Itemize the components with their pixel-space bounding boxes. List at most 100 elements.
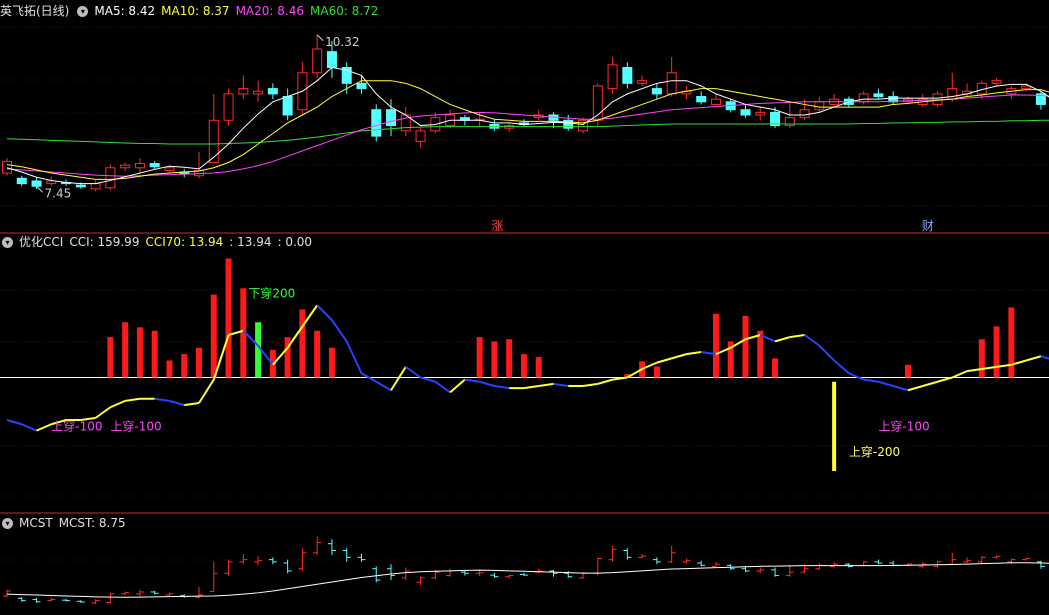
ma20-label: MA20: 8.46	[235, 4, 304, 18]
candle-body	[312, 48, 323, 74]
cci-line-segment	[21, 423, 37, 432]
annotation-cross-up-100-c: 上穿-100	[878, 418, 929, 433]
cci-line-segment	[36, 423, 52, 432]
cci-line-segment	[405, 366, 422, 379]
cci-bar	[166, 360, 173, 378]
cci-line-segment	[582, 382, 598, 387]
candle-body	[238, 88, 249, 95]
mcst-header: ▾ MCST MCST: 8.75	[0, 514, 132, 532]
cci-bar	[299, 309, 306, 378]
cci-line-segment	[892, 385, 909, 392]
candle-body	[415, 130, 426, 142]
candle-body	[16, 177, 27, 185]
cci-line-segment	[494, 385, 510, 390]
mcst-title: MCST	[19, 516, 53, 530]
cci-line-segment	[553, 382, 569, 387]
cci70-value: CCI70: 13.94	[145, 235, 224, 249]
cci-bar	[136, 327, 143, 378]
cci-bar	[314, 330, 321, 378]
cci-line-segment	[420, 376, 436, 383]
high-price-label: 10.32	[325, 35, 359, 49]
cci-line-segment	[937, 376, 953, 383]
annotation-cross-up-100-b: 上穿-100	[110, 418, 161, 433]
cci-line-segment	[907, 385, 924, 392]
cci-bar	[328, 347, 335, 378]
candle-body	[134, 163, 145, 169]
candle-body	[666, 72, 677, 95]
panel-toggle-icon[interactable]: ▾	[2, 518, 13, 529]
annotation-cross-down-200: 下穿200	[248, 286, 295, 301]
cci-title: 优化CCI	[19, 235, 64, 249]
high-pointer	[316, 34, 324, 42]
cci-header: ▾ 优化CCI CCI: 159.99 CCI70: 13.94: 13.94: 0.…	[0, 233, 318, 251]
cci-extra-value: : 13.94	[229, 235, 272, 249]
cci-line-segment	[169, 399, 185, 407]
candle-body	[696, 96, 707, 103]
cci-line-segment	[345, 340, 363, 374]
cci-line-segment	[375, 380, 392, 392]
cci-line-segment	[523, 385, 539, 390]
cci-line-segment	[184, 402, 200, 407]
cci-line-segment	[686, 351, 702, 356]
cci-line-segment	[6, 419, 23, 426]
cci-bar	[181, 354, 188, 378]
stock-chart[interactable]: 10.32 7.45 涨 财下穿200 上穿-100 上穿-100 上穿-200 上穿-100	[0, 0, 1049, 615]
ma5-line	[6, 66, 1049, 185]
annotation-cross-up-200: 上穿-200	[849, 444, 900, 459]
cci-line-segment	[863, 378, 879, 383]
candle-body	[637, 80, 648, 84]
cci-bar	[210, 294, 217, 378]
candle-body	[799, 109, 810, 119]
panel-toggle-icon[interactable]: ▾	[77, 6, 89, 17]
candle-body	[90, 183, 101, 190]
cci-line-segment	[951, 370, 968, 379]
annotation-cross-up-100-a: 上穿-100	[51, 418, 102, 433]
cci-bar	[535, 357, 542, 378]
cci-line-segment	[390, 366, 407, 391]
candle-body	[149, 163, 160, 168]
cci-bar	[978, 339, 985, 378]
candle-body	[386, 109, 397, 127]
candle-body	[622, 67, 633, 84]
low-pointer	[36, 185, 43, 193]
candle-body	[164, 167, 175, 171]
cci-line-segment	[818, 344, 835, 362]
cci-line-segment	[316, 304, 333, 321]
cci-bar	[491, 341, 498, 378]
stock-title: 英飞拓(日线)	[0, 4, 70, 18]
cci-bar	[712, 313, 719, 378]
limit-up-marker: 涨	[491, 218, 503, 233]
candle-body	[223, 93, 234, 121]
candle-body	[75, 184, 86, 188]
cci-line-segment	[125, 397, 141, 402]
candle-body	[120, 164, 131, 169]
cci-bar	[476, 337, 483, 378]
cci-bar	[1008, 307, 1015, 378]
candle-body	[208, 119, 219, 163]
cci-line-segment	[848, 372, 865, 381]
earnings-marker: 财	[922, 219, 934, 233]
cci-bar	[993, 326, 1000, 378]
cci-bar	[757, 330, 764, 378]
cci-bar	[107, 337, 114, 378]
cci-line-segment	[789, 334, 805, 339]
ma10-label: MA10: 8.37	[161, 4, 230, 18]
cci-bar	[742, 315, 749, 378]
cci-line-segment	[922, 380, 938, 387]
cci-line-segment	[803, 334, 820, 347]
cci-line-segment	[671, 353, 687, 360]
candle-body	[253, 90, 264, 95]
cci-bar	[506, 339, 513, 378]
candle-body	[267, 88, 278, 95]
cci-line-segment	[479, 380, 495, 387]
cci-line-segment	[449, 378, 466, 394]
cci-line-segment	[198, 379, 215, 404]
cci-line-segment	[1025, 355, 1042, 362]
panel-toggle-icon[interactable]: ▾	[2, 237, 13, 248]
candle-body	[371, 109, 382, 137]
candle-body	[356, 82, 367, 90]
cci-line-segment	[656, 357, 672, 364]
ma20-line	[6, 94, 1049, 177]
candle-body	[282, 96, 293, 116]
cci-line-segment	[597, 378, 613, 385]
